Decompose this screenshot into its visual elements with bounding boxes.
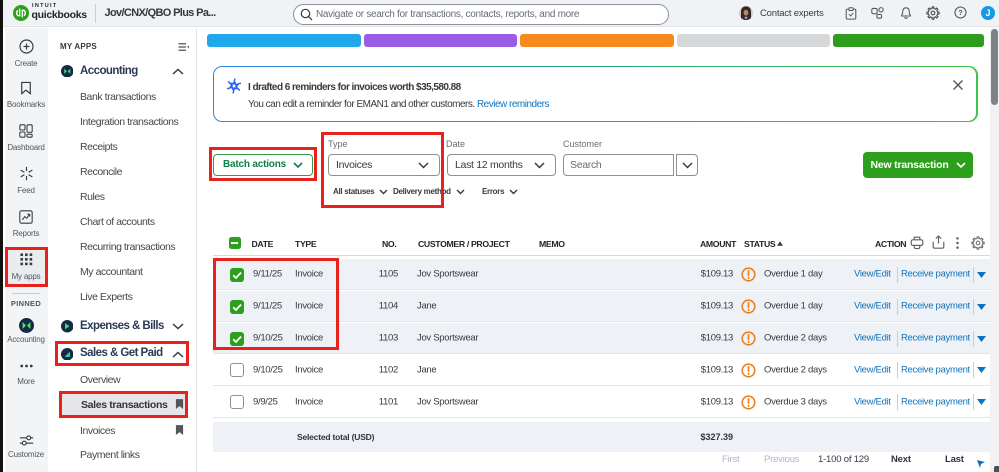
svg-text:?: ? xyxy=(958,8,963,17)
